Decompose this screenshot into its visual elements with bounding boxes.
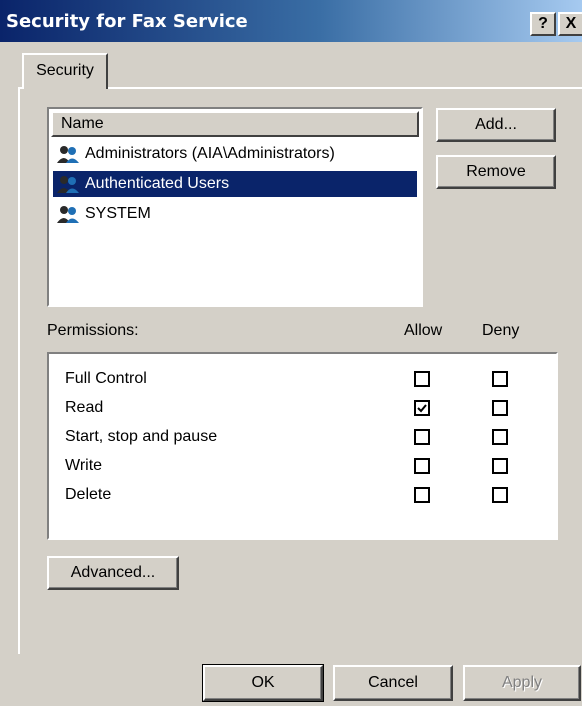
ok-button[interactable]: OK xyxy=(202,664,324,702)
user-group-icon xyxy=(57,206,79,223)
name-header-label: Name xyxy=(61,115,104,132)
cancel-button[interactable]: Cancel xyxy=(333,665,453,701)
help-icon: ? xyxy=(538,15,548,32)
permission-row: Full Control xyxy=(65,366,147,392)
list-item-label: SYSTEM xyxy=(85,205,151,222)
close-icon: X xyxy=(565,15,577,32)
apply-button[interactable]: Apply xyxy=(463,665,581,701)
permission-row: Start, stop and pause xyxy=(65,424,217,450)
allow-checkbox[interactable] xyxy=(414,487,430,503)
user-group-icon xyxy=(57,146,79,163)
allow-checkbox[interactable] xyxy=(414,371,430,387)
allow-header: Allow xyxy=(404,322,443,339)
tab-security[interactable]: Security xyxy=(22,53,108,89)
permissions-label: Permissions: xyxy=(47,322,139,339)
permission-label: Full Control xyxy=(65,370,147,387)
list-item[interactable]: Administrators (AIA\Administrators) xyxy=(53,141,417,167)
user-group-icon xyxy=(57,176,79,193)
allow-checkbox[interactable] xyxy=(414,458,430,474)
deny-checkbox[interactable] xyxy=(492,400,508,416)
deny-checkbox[interactable] xyxy=(492,487,508,503)
permission-row: Delete xyxy=(65,482,111,508)
deny-checkbox[interactable] xyxy=(492,429,508,445)
users-list[interactable]: Name Administrators (AIA\Administrators)… xyxy=(47,107,423,307)
advanced-button[interactable]: Advanced... xyxy=(47,556,179,590)
window-title: Security for Fax Service xyxy=(6,11,248,32)
permission-label: Write xyxy=(65,457,103,474)
permissions-list[interactable]: Full Control Read Start, stop and pause Wri… xyxy=(47,352,558,540)
deny-checkbox[interactable] xyxy=(492,458,508,474)
tab-label: Security xyxy=(36,62,94,79)
permission-label: Delete xyxy=(65,486,112,503)
title-bar[interactable]: Security for Fax Service ? X xyxy=(0,0,582,42)
add-button[interactable]: Add... xyxy=(436,108,556,142)
list-item-label: Administrators (AIA\Administrators) xyxy=(85,145,335,162)
help-button[interactable]: ? xyxy=(530,12,556,36)
allow-checkbox[interactable] xyxy=(414,429,430,445)
deny-header: Deny xyxy=(482,322,520,339)
list-item[interactable]: Authenticated Users xyxy=(53,171,417,197)
name-column-header[interactable]: Name xyxy=(51,111,419,137)
permission-label: Read xyxy=(65,399,104,416)
deny-checkbox[interactable] xyxy=(492,371,508,387)
allow-checkbox[interactable] xyxy=(414,400,430,416)
list-item[interactable]: SYSTEM xyxy=(53,201,417,227)
permission-row: Write xyxy=(65,453,102,479)
permission-row: Read xyxy=(65,395,103,421)
permission-label: Start, stop and pause xyxy=(65,428,218,445)
close-button[interactable]: X xyxy=(558,12,582,36)
remove-button[interactable]: Remove xyxy=(436,155,556,189)
list-item-label: Authenticated Users xyxy=(85,175,230,192)
